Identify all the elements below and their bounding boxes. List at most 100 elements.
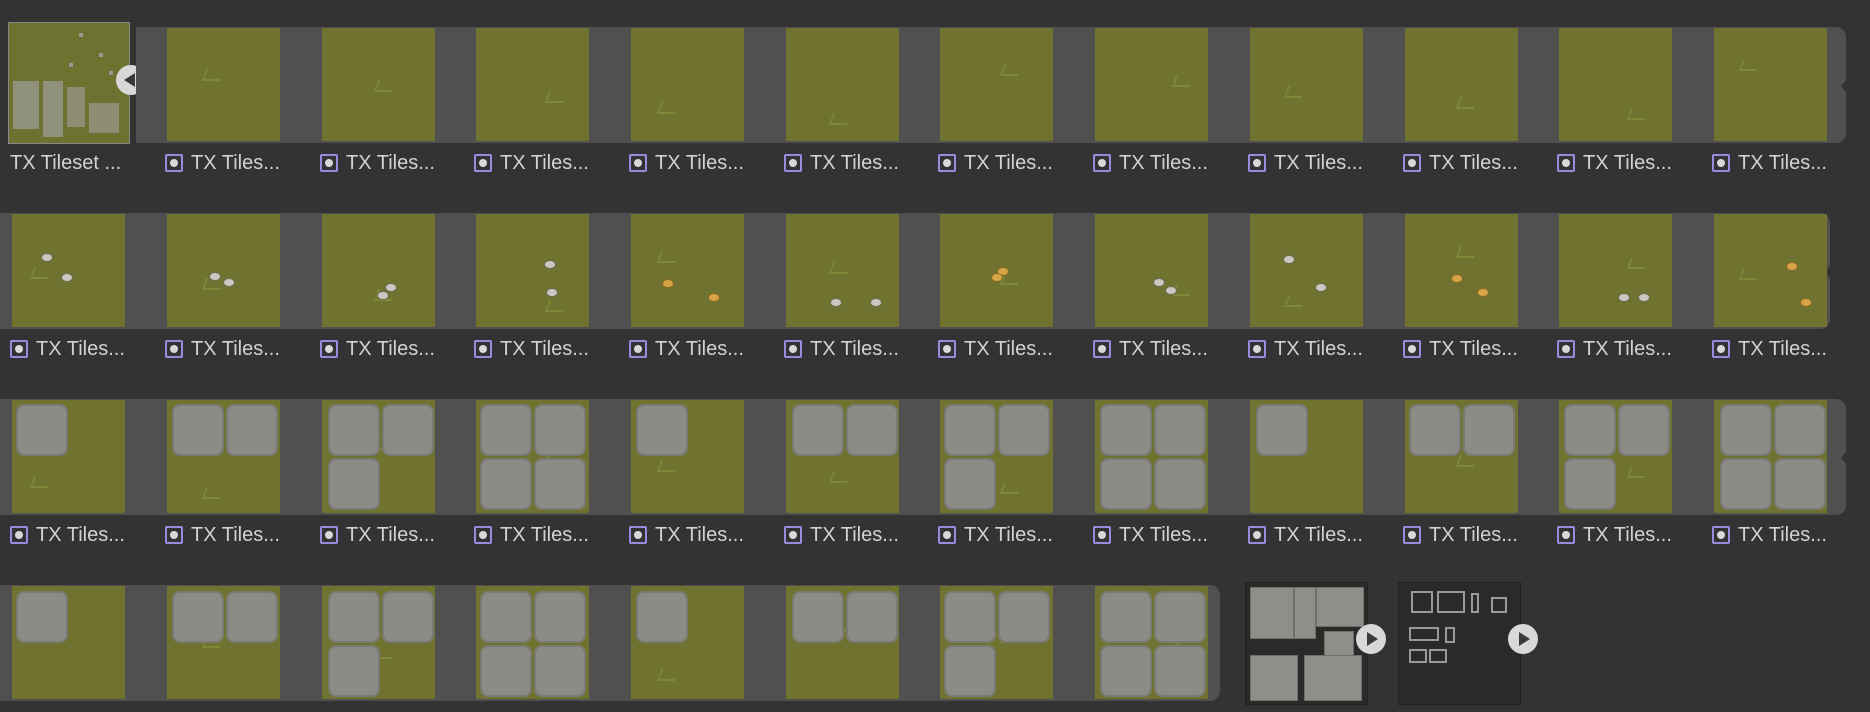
tileset-thumbnail[interactable] bbox=[8, 22, 130, 144]
sprite-icon bbox=[474, 526, 492, 544]
tile-label: TX Tiles... bbox=[629, 151, 744, 175]
tile-label-text: TX Tiles... bbox=[1583, 338, 1672, 360]
tile-sprite[interactable] bbox=[786, 28, 899, 141]
tile-sprite[interactable] bbox=[1559, 28, 1672, 141]
tile-sprite[interactable] bbox=[631, 400, 744, 513]
tile-label-text: TX Tiles... bbox=[346, 338, 435, 360]
tile-sprite[interactable] bbox=[940, 28, 1053, 141]
tile-sprite[interactable] bbox=[1250, 400, 1363, 513]
tile-sprite[interactable] bbox=[1714, 214, 1827, 327]
tile-label-text: TX Tiles... bbox=[500, 524, 589, 546]
tile-sprite[interactable] bbox=[786, 214, 899, 327]
tile-sprite[interactable] bbox=[1405, 28, 1518, 141]
tile-label: TX Tiles... bbox=[1557, 337, 1672, 361]
props-expand-button[interactable] bbox=[1508, 624, 1538, 654]
tile-sprite[interactable] bbox=[1405, 400, 1518, 513]
tile-sprite[interactable] bbox=[1095, 214, 1208, 327]
tile-sprite[interactable] bbox=[476, 28, 589, 141]
tile-sprite[interactable] bbox=[786, 400, 899, 513]
tile-sprite[interactable] bbox=[476, 400, 589, 513]
tile-sprite[interactable] bbox=[1559, 400, 1672, 513]
tile-label-text: TX Tiles... bbox=[36, 524, 125, 546]
tile-sprite[interactable] bbox=[322, 586, 435, 699]
tile-sprite[interactable] bbox=[322, 400, 435, 513]
tile-label-text: TX Tiles... bbox=[964, 338, 1053, 360]
tile-sprite[interactable] bbox=[1095, 28, 1208, 141]
tile-label-text: TX Tiles... bbox=[191, 338, 280, 360]
tile-label: TX Tiles... bbox=[1557, 523, 1672, 547]
tile-sprite[interactable] bbox=[1714, 28, 1827, 141]
sprite-icon bbox=[629, 526, 647, 544]
tile-label-text: TX Tiles... bbox=[1429, 152, 1518, 174]
tile-sprite[interactable] bbox=[786, 586, 899, 699]
tile-sprite[interactable] bbox=[631, 28, 744, 141]
tile-sprite[interactable] bbox=[167, 586, 280, 699]
tile-sprite[interactable] bbox=[940, 586, 1053, 699]
tile-label-text: TX Tiles... bbox=[810, 338, 899, 360]
tile-label-text: TX Tiles... bbox=[1274, 524, 1363, 546]
tilemap-thumbnail[interactable] bbox=[1245, 582, 1368, 705]
tile-sprite[interactable] bbox=[322, 214, 435, 327]
tile-sprite[interactable] bbox=[476, 214, 589, 327]
tile-label-text: TX Tiles... bbox=[1583, 152, 1672, 174]
sprite-icon bbox=[474, 154, 492, 172]
sprite-icon bbox=[1712, 154, 1730, 172]
tile-sprite[interactable] bbox=[12, 586, 125, 699]
tile-sprite[interactable] bbox=[1250, 28, 1363, 141]
props-thumbnail[interactable] bbox=[1398, 582, 1521, 705]
tile-sprite[interactable] bbox=[631, 214, 744, 327]
sprite-icon bbox=[10, 526, 28, 544]
sprite-icon bbox=[938, 154, 956, 172]
tile-label-text: TX Tiles... bbox=[1119, 524, 1208, 546]
tile-label-text: TX Tiles... bbox=[1429, 338, 1518, 360]
tile-label: TX Tiles... bbox=[1093, 151, 1208, 175]
sprite-icon bbox=[1403, 340, 1421, 358]
tile-sprite[interactable] bbox=[1095, 400, 1208, 513]
tile-sprite[interactable] bbox=[1250, 214, 1363, 327]
tile-sprite[interactable] bbox=[940, 214, 1053, 327]
tile-sprite[interactable] bbox=[12, 214, 125, 327]
tile-label-text: TX Tiles... bbox=[810, 152, 899, 174]
sprite-icon bbox=[629, 340, 647, 358]
tile-label-text: TX Tiles... bbox=[36, 338, 125, 360]
tile-label: TX Tiles... bbox=[1248, 523, 1363, 547]
sprite-icon bbox=[938, 340, 956, 358]
tile-label: TX Tiles... bbox=[165, 523, 280, 547]
tile-label: TX Tiles... bbox=[1403, 151, 1518, 175]
tile-sprite[interactable] bbox=[322, 28, 435, 141]
sprite-icon bbox=[1557, 340, 1575, 358]
tile-sprite[interactable] bbox=[167, 400, 280, 513]
tile-sprite[interactable] bbox=[1714, 400, 1827, 513]
tile-label: TX Tiles... bbox=[784, 523, 899, 547]
sprite-icon bbox=[1403, 526, 1421, 544]
tile-label-text: TX Tiles... bbox=[1738, 152, 1827, 174]
tile-label: TX Tiles... bbox=[474, 337, 589, 361]
tile-label: TX Tiles... bbox=[320, 151, 435, 175]
sprite-icon bbox=[1712, 526, 1730, 544]
tile-label-text: TX Tiles... bbox=[1274, 152, 1363, 174]
tile-label-text: TX Tiles... bbox=[500, 152, 589, 174]
tile-sprite[interactable] bbox=[1559, 214, 1672, 327]
tile-label-text: TX Tiles... bbox=[964, 152, 1053, 174]
tile-sprite[interactable] bbox=[1095, 586, 1208, 699]
tile-label: TX Tiles... bbox=[474, 523, 589, 547]
tile-sprite[interactable] bbox=[631, 586, 744, 699]
tile-sprite[interactable] bbox=[167, 214, 280, 327]
tile-sprite[interactable] bbox=[12, 400, 125, 513]
tileset-label: TX Tileset ... bbox=[10, 152, 122, 174]
tile-label: TX Tiles... bbox=[1093, 523, 1208, 547]
sprite-icon bbox=[1093, 154, 1111, 172]
tile-label-text: TX Tiles... bbox=[191, 152, 280, 174]
tile-label: TX Tiles... bbox=[10, 523, 125, 547]
sprite-icon bbox=[474, 340, 492, 358]
tile-sprite[interactable] bbox=[476, 586, 589, 699]
tile-label-text: TX Tiles... bbox=[655, 338, 744, 360]
tile-label-text: TX Tiles... bbox=[1119, 152, 1208, 174]
tilemap-expand-button[interactable] bbox=[1356, 624, 1386, 654]
sprite-icon bbox=[1248, 526, 1266, 544]
tile-sprite[interactable] bbox=[1405, 214, 1518, 327]
tile-sprite[interactable] bbox=[167, 28, 280, 141]
tile-label-text: TX Tiles... bbox=[655, 524, 744, 546]
sprite-icon bbox=[1248, 340, 1266, 358]
tile-sprite[interactable] bbox=[940, 400, 1053, 513]
